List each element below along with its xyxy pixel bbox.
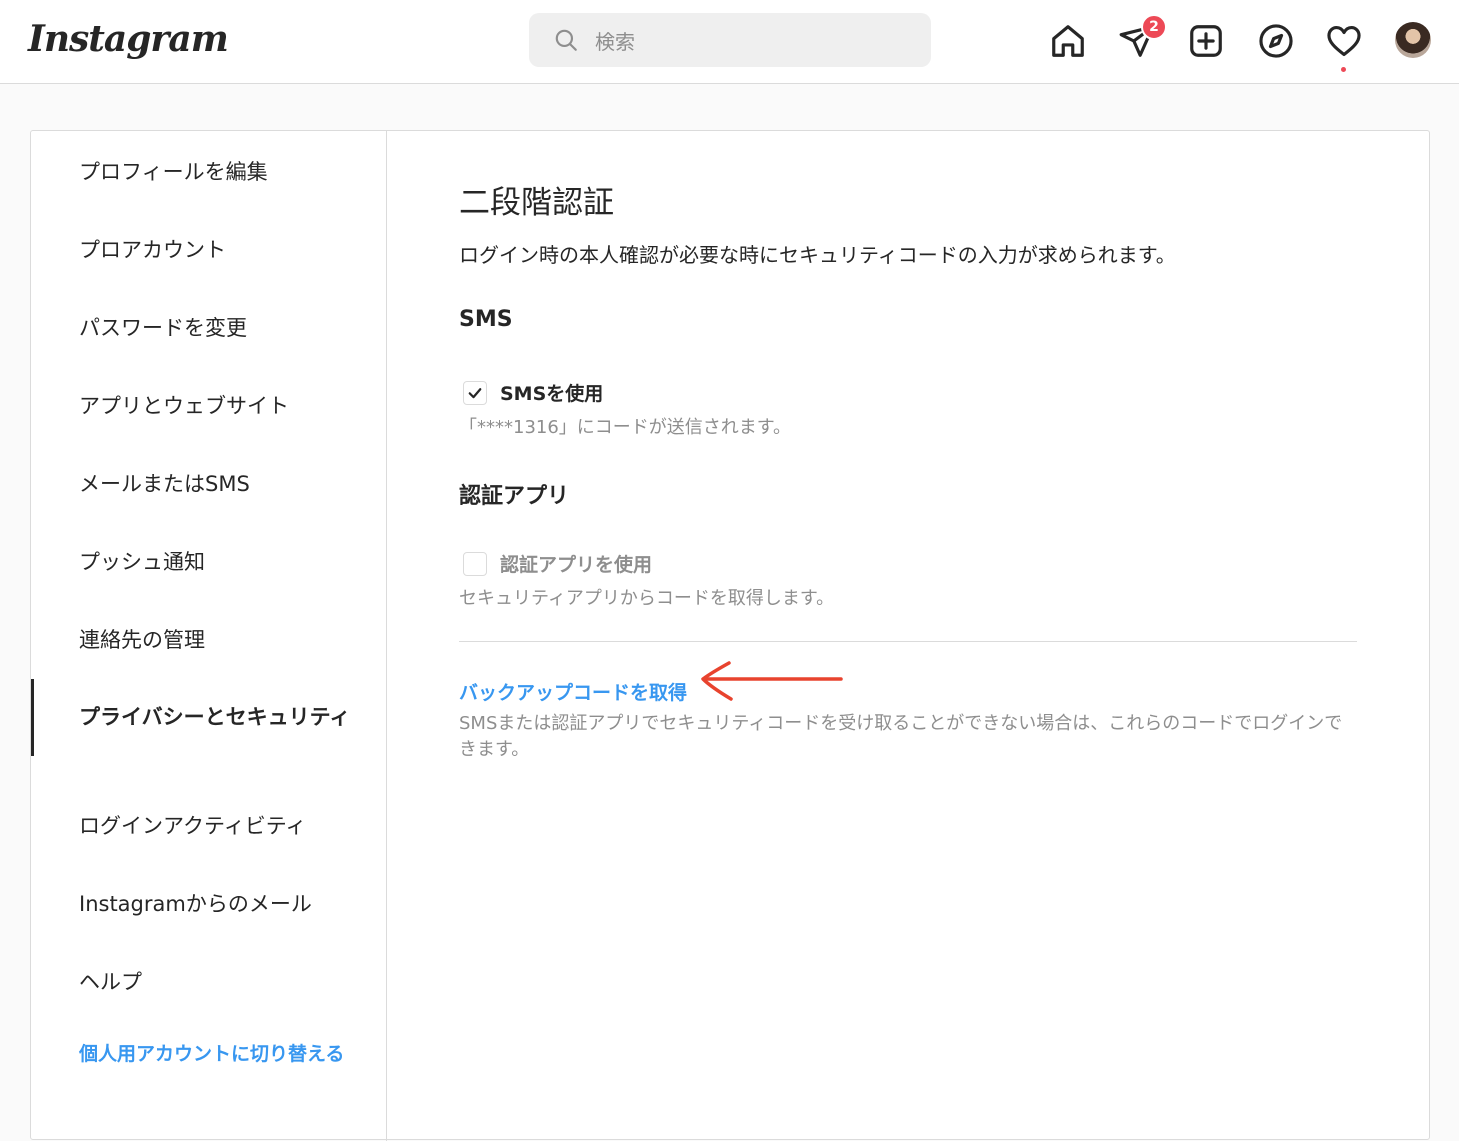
auth-app-checkbox-row[interactable]: 認証アプリを使用	[463, 550, 652, 577]
sidebar-item-push-notifications[interactable]: プッシュ通知	[31, 547, 386, 578]
sidebar-item-login-activity[interactable]: ログインアクティビティ	[31, 811, 386, 842]
settings-card: プロフィールを編集 プロアカウント パスワードを変更 アプリとウェブサイト メー…	[30, 130, 1430, 1141]
page-title: 二段階認証	[459, 185, 614, 221]
page-subtitle: ログイン時の本人確認が必要な時にセキュリティコードの入力が求められます。	[459, 243, 1176, 267]
profile-avatar[interactable]	[1395, 22, 1431, 58]
activity-indicator-dot	[1341, 67, 1346, 72]
sms-checkbox-row[interactable]: SMSを使用	[463, 379, 603, 406]
backup-codes-help-text: SMSまたは認証アプリでセキュリティコードを受け取ることができない場合は、これら…	[459, 713, 1343, 760]
auth-app-checkbox[interactable]	[463, 551, 487, 576]
switch-to-personal-account-link[interactable]: 個人用アカウントに切り替える	[31, 1039, 386, 1070]
explore-compass-icon[interactable]	[1256, 21, 1296, 61]
sidebar-item-privacy-security[interactable]: プライバシーとセキュリティ	[31, 679, 386, 756]
auth-app-help-text: セキュリティアプリからコードを取得します。	[459, 588, 835, 609]
sms-checkbox[interactable]	[463, 380, 487, 405]
annotation-arrow-icon	[701, 661, 843, 701]
activity-heart-icon[interactable]	[1324, 21, 1364, 61]
sidebar-item-manage-contacts[interactable]: 連絡先の管理	[31, 625, 386, 656]
sidebar-item-email-sms[interactable]: メールまたはSMS	[31, 469, 386, 500]
search-icon	[555, 29, 577, 51]
section-divider	[459, 641, 1357, 642]
sms-help-text: 「****1316」にコードが送信されます。	[459, 417, 792, 438]
new-post-icon[interactable]	[1186, 21, 1226, 61]
auth-app-heading: 認証アプリ	[459, 484, 570, 509]
home-icon[interactable]	[1048, 21, 1088, 61]
checkmark-icon	[468, 387, 482, 398]
sidebar-item-apps-websites[interactable]: アプリとウェブサイト	[31, 391, 386, 422]
top-nav-bar: Instagram 検索 2	[0, 0, 1459, 84]
sidebar-item-change-password[interactable]: パスワードを変更	[31, 313, 386, 344]
auth-app-checkbox-label[interactable]: 認証アプリを使用	[500, 550, 652, 577]
sidebar-item-pro-account[interactable]: プロアカウント	[31, 235, 386, 266]
search-placeholder: 検索	[595, 29, 635, 54]
settings-sidebar: プロフィールを編集 プロアカウント パスワードを変更 アプリとウェブサイト メー…	[31, 131, 387, 1141]
sidebar-item-edit-profile[interactable]: プロフィールを編集	[31, 157, 386, 188]
sidebar-item-help[interactable]: ヘルプ	[31, 967, 386, 998]
notification-badge: 2	[1141, 14, 1167, 40]
sms-heading: SMS	[459, 307, 513, 332]
get-backup-codes-link[interactable]: バックアップコードを取得	[459, 678, 687, 705]
search-input[interactable]: 検索	[529, 13, 931, 67]
sms-checkbox-label[interactable]: SMSを使用	[500, 379, 603, 406]
sidebar-item-emails-from-instagram[interactable]: Instagramからのメール	[31, 889, 386, 920]
two-factor-content: 二段階認証 ログイン時の本人確認が必要な時にセキュリティコードの入力が求められま…	[387, 131, 1429, 1139]
instagram-logo[interactable]: Instagram	[28, 18, 229, 60]
